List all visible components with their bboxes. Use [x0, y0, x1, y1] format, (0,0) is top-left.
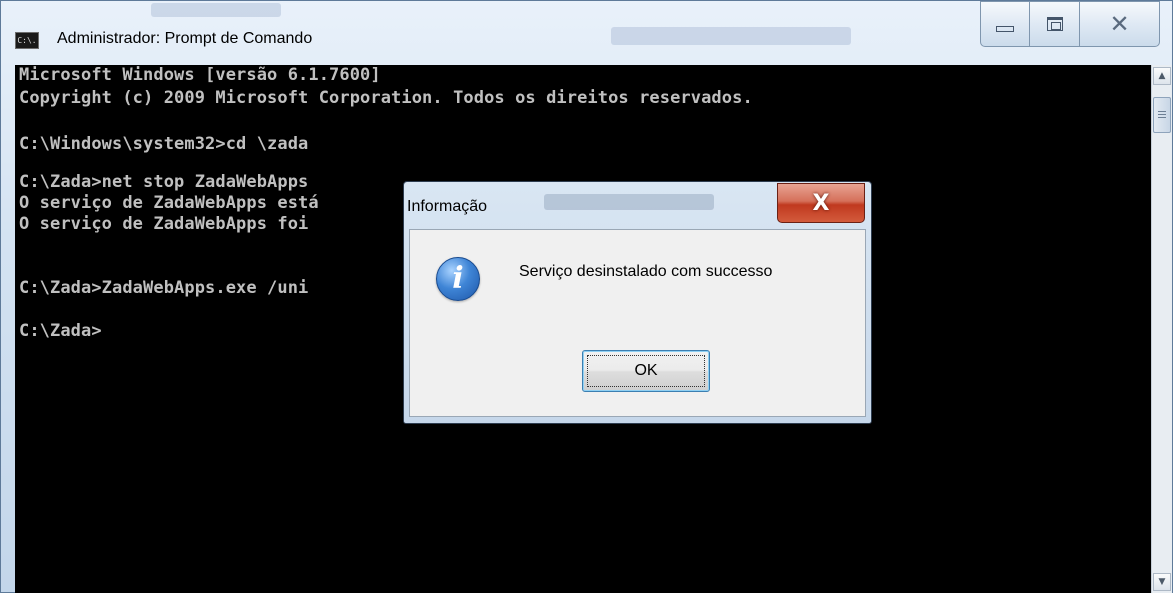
arrow-up-icon: ▲ — [1158, 71, 1166, 81]
close-button[interactable]: ✕ — [1080, 1, 1160, 47]
minimize-button[interactable] — [980, 1, 1030, 47]
arrow-down-icon: ▼ — [1158, 577, 1166, 587]
scroll-down-button[interactable]: ▼ — [1153, 573, 1171, 591]
vertical-scrollbar[interactable]: ▲ ▼ — [1151, 65, 1172, 593]
console-line: Microsoft Windows [versão 6.1.7600] — [19, 65, 381, 85]
titlebar-glass-reflection — [151, 3, 281, 17]
scroll-up-button[interactable]: ▲ — [1153, 67, 1171, 85]
cmd-icon[interactable]: C:\. — [15, 32, 39, 49]
caption-buttons: ✕ — [980, 1, 1160, 47]
console-line: C:\Zada> — [19, 321, 102, 341]
ok-button[interactable]: OK — [582, 350, 710, 392]
maximize-icon — [1046, 17, 1063, 31]
close-icon: X — [812, 190, 830, 216]
window-titlebar[interactable]: C:\. Administrador: Prompt de Comando ✕ — [1, 1, 1172, 63]
close-icon: ✕ — [1109, 10, 1130, 38]
minimize-icon — [996, 26, 1014, 32]
dialog-body: i Serviço desinstalado com successo OK — [409, 229, 866, 417]
console-line: C:\Windows\system32>cd \zada — [19, 134, 309, 154]
dialog-message: Serviço desinstalado com successo — [519, 263, 773, 280]
information-dialog: Informação X i Serviço desinstalado com … — [403, 181, 872, 424]
titlebar-glass-reflection-2 — [611, 27, 851, 45]
grip-icon — [1158, 111, 1166, 119]
console-line: C:\Zada>ZadaWebApps.exe /uni — [19, 278, 309, 298]
dialog-title: Informação — [407, 198, 488, 215]
titlebar-glass-reflection — [544, 194, 714, 210]
console-line: O serviço de ZadaWebApps foi — [19, 214, 309, 234]
console-line: C:\Zada>net stop ZadaWebApps — [19, 172, 309, 192]
window-title: Administrador: Prompt de Comando — [57, 30, 313, 47]
console-line: O serviço de ZadaWebApps está — [19, 193, 319, 213]
focus-rectangle — [587, 355, 705, 387]
scroll-thumb[interactable] — [1153, 97, 1171, 133]
dialog-titlebar[interactable]: Informação X — [404, 182, 871, 228]
maximize-button[interactable] — [1030, 1, 1080, 47]
dialog-close-button[interactable]: X — [777, 183, 865, 223]
information-icon: i — [436, 257, 480, 301]
console-line: Copyright (c) 2009 Microsoft Corporation… — [19, 88, 753, 108]
